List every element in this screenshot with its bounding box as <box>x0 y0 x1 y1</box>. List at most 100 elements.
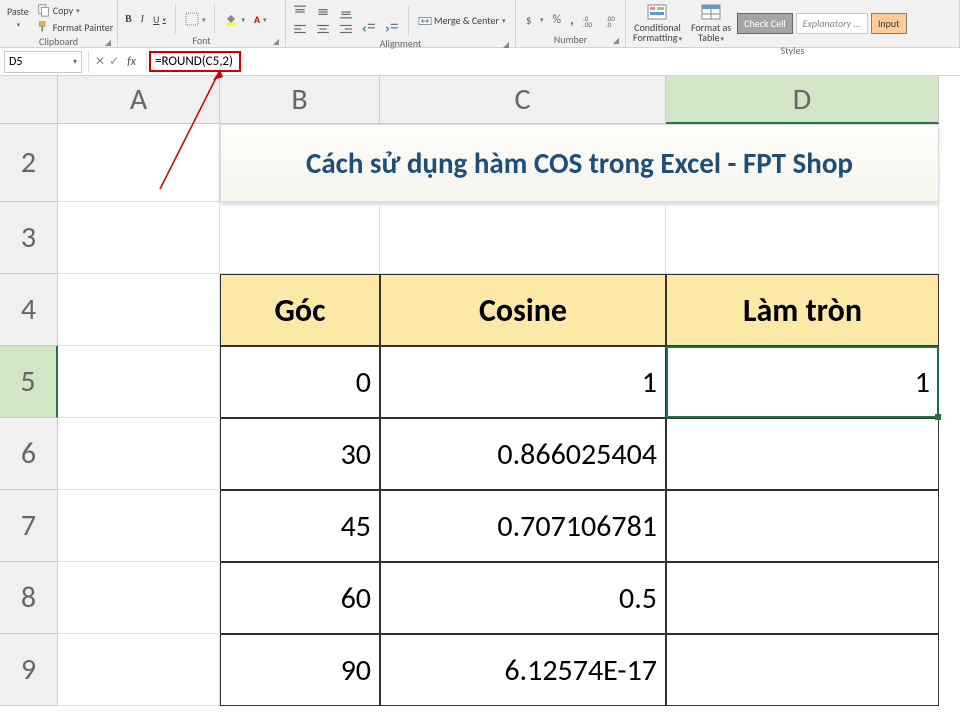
column-headers: A B C D <box>58 76 939 124</box>
align-right-button[interactable] <box>336 21 356 37</box>
bold-button[interactable]: B <box>122 13 135 26</box>
title-cell[interactable]: Cách sử dụng hàm COS trong Excel - FPT S… <box>220 124 939 202</box>
format-as-table-button[interactable]: Format asTable▾ <box>688 3 734 44</box>
row-header-9[interactable]: 9 <box>0 634 58 706</box>
cell-style-explanatory[interactable]: Explanatory ... <box>796 13 868 34</box>
row-header-8[interactable]: 8 <box>0 562 58 634</box>
chevron-down-icon[interactable]: ▾ <box>73 57 77 67</box>
cell-style-input[interactable]: Input <box>871 13 907 34</box>
column-header-B[interactable]: B <box>220 76 380 124</box>
increase-indent-button[interactable] <box>382 21 402 37</box>
cell-C7[interactable]: 0.707106781 <box>380 490 666 562</box>
cell-A5[interactable] <box>58 346 220 418</box>
align-center-button[interactable] <box>313 21 333 37</box>
increase-decimal-button[interactable]: .0.00 <box>580 12 600 28</box>
cell-C8[interactable]: 0.5 <box>380 562 666 634</box>
header-cosine[interactable]: Cosine <box>380 274 666 346</box>
header-cosine-label: Cosine <box>479 291 567 330</box>
alignment-dialog-launcher[interactable]: ◢ <box>503 40 509 50</box>
align-middle-button[interactable] <box>313 4 333 20</box>
row-header-6[interactable]: 6 <box>0 418 58 490</box>
copy-button[interactable]: Copy▾ <box>34 2 116 18</box>
cell-value: 90 <box>341 652 371 689</box>
header-goc-label: Góc <box>275 291 326 330</box>
percent-button[interactable]: % <box>550 12 565 28</box>
name-box[interactable]: D5 ▾ <box>4 51 82 73</box>
cell-A4[interactable] <box>58 274 220 346</box>
cell-D9[interactable] <box>666 634 939 706</box>
italic-button[interactable]: I <box>138 13 147 26</box>
cell-C3[interactable] <box>380 202 666 274</box>
cell-D6[interactable] <box>666 418 939 490</box>
row-header-2[interactable]: 2 <box>0 124 58 202</box>
cell-C6[interactable]: 0.866025404 <box>380 418 666 490</box>
cell-value: 0.707106781 <box>497 508 657 545</box>
align-left-button[interactable] <box>290 21 310 37</box>
ribbon-group-font: B I U▾ ▾ ▾ A▾ Font◢ <box>118 0 286 47</box>
styles-group-label: Styles <box>781 44 805 57</box>
svg-text:.0: .0 <box>606 20 612 27</box>
cell-style-check[interactable]: Check Cell <box>737 13 793 34</box>
column-header-A[interactable]: A <box>58 76 220 124</box>
table-row: Góc Cosine Làm tròn <box>58 274 939 346</box>
borders-icon <box>185 12 199 26</box>
cell-A6[interactable] <box>58 418 220 490</box>
cell-B3[interactable] <box>220 202 380 274</box>
name-box-value: D5 <box>9 55 22 69</box>
cell-B6[interactable]: 30 <box>220 418 380 490</box>
row-header-7[interactable]: 7 <box>0 490 58 562</box>
cell-B8[interactable]: 60 <box>220 562 380 634</box>
format-painter-button[interactable]: Format Painter <box>34 19 116 35</box>
underline-button[interactable]: U▾ <box>150 12 169 27</box>
align-bottom-button[interactable] <box>336 4 356 20</box>
decrease-decimal-button[interactable]: .00.0 <box>603 12 623 28</box>
fill-color-button[interactable]: ▾ <box>221 11 248 27</box>
cell-C9[interactable]: 6.12574E-17 <box>380 634 666 706</box>
cell-value: 0 <box>356 364 371 401</box>
cell-B7[interactable]: 45 <box>220 490 380 562</box>
ribbon-group-styles: ConditionalFormatting▾ Format asTable▾ C… <box>626 0 960 47</box>
cell-D7[interactable] <box>666 490 939 562</box>
row-header-4[interactable]: 4 <box>0 274 58 346</box>
cell-A8[interactable] <box>58 562 220 634</box>
cell-A7[interactable] <box>58 490 220 562</box>
column-header-D[interactable]: D <box>666 76 939 124</box>
cell-C5[interactable]: 1 <box>380 346 666 418</box>
conditional-formatting-button[interactable]: ConditionalFormatting▾ <box>630 3 685 44</box>
cell-B9[interactable]: 90 <box>220 634 380 706</box>
row-header-3[interactable]: 3 <box>0 202 58 274</box>
merge-center-button[interactable]: Merge & Center▾ <box>415 13 509 29</box>
cell-A9[interactable] <box>58 634 220 706</box>
row-header-5[interactable]: 5 <box>0 346 58 418</box>
font-color-button[interactable]: A▾ <box>251 12 270 27</box>
header-lamtron[interactable]: Làm tròn <box>666 274 939 346</box>
borders-button[interactable]: ▾ <box>182 11 209 27</box>
column-header-C[interactable]: C <box>380 76 666 124</box>
cancel-formula-button[interactable]: ✕ <box>95 54 105 69</box>
paste-button[interactable]: Paste▾ <box>4 2 32 30</box>
number-dialog-launcher[interactable]: ◢ <box>613 36 619 46</box>
align-top-button[interactable] <box>290 4 310 20</box>
cell-D5[interactable]: 1 <box>666 346 939 418</box>
formula-text: =ROUND(C5,2) <box>149 51 241 72</box>
clipboard-dialog-launcher[interactable]: ◢ <box>105 38 111 48</box>
table-icon <box>701 4 721 22</box>
bucket-icon <box>224 12 238 26</box>
cell-B5[interactable]: 0 <box>220 346 380 418</box>
cell-A3[interactable] <box>58 202 220 274</box>
insert-function-button[interactable]: fx <box>123 55 140 69</box>
decrease-indent-button[interactable] <box>359 21 379 37</box>
cell-A2[interactable] <box>58 124 220 202</box>
enter-formula-button[interactable]: ✓ <box>109 54 119 69</box>
cell-D8[interactable] <box>666 562 939 634</box>
cell-value: 45 <box>341 508 371 545</box>
header-goc[interactable]: Góc <box>220 274 380 346</box>
table-row: 0 1 1 <box>58 346 939 418</box>
fill-handle[interactable] <box>935 414 941 420</box>
cell-D3[interactable] <box>666 202 939 274</box>
select-all-corner[interactable] <box>0 76 58 124</box>
comma-button[interactable]: , <box>567 10 577 29</box>
font-dialog-launcher[interactable]: ◢ <box>273 37 279 47</box>
paintbrush-icon <box>37 20 51 34</box>
accounting-format-button[interactable]: $▾ <box>520 12 547 28</box>
